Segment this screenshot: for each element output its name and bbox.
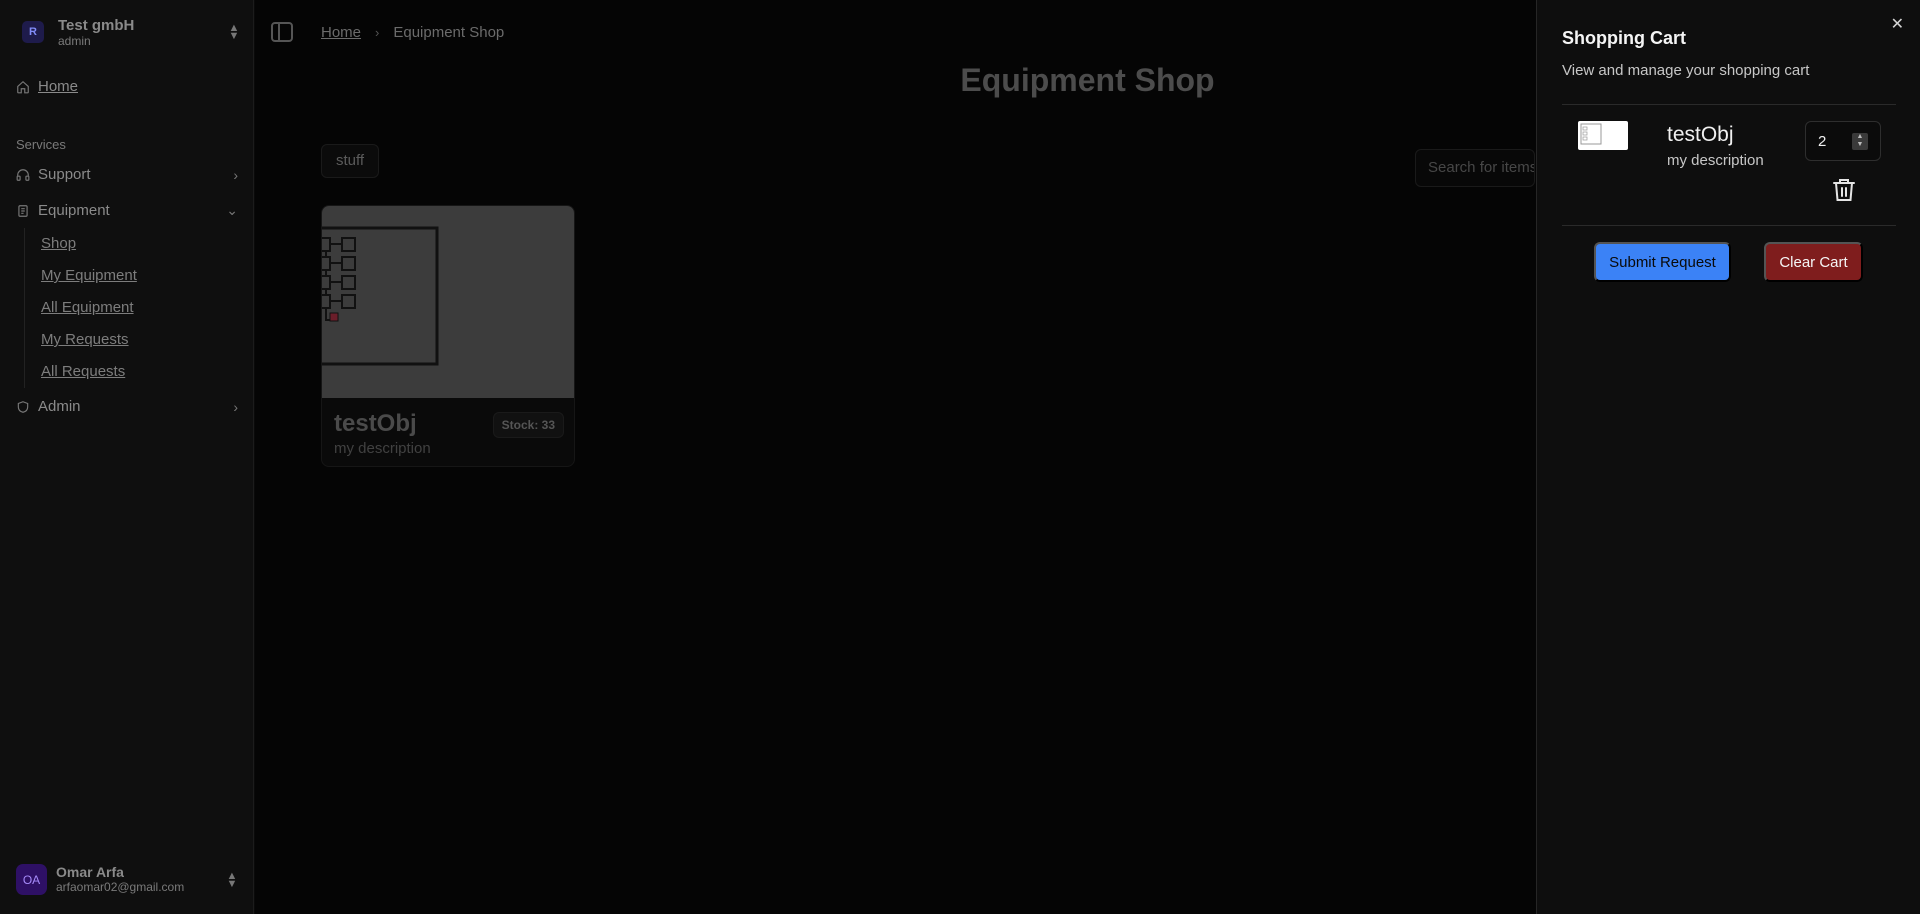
equipment-submenu: Shop My Equipment All Equipment My Reque…	[24, 228, 137, 388]
cart-item-thumbnail	[1578, 121, 1628, 150]
chevrons-up-down-icon: ▲ ▼	[226, 869, 238, 890]
chevrons-up-down-icon: ▲ ▼	[228, 22, 240, 42]
user-name: Omar Arfa	[56, 864, 124, 880]
clear-cart-button[interactable]: Clear Cart	[1764, 242, 1863, 282]
sidebar: R Test gmbH admin ▲ ▼ Home Services Suppo…	[0, 0, 254, 914]
sidebar-item-all-equipment[interactable]: All Equipment	[41, 292, 137, 324]
stock-badge: Stock: 33	[492, 412, 564, 438]
close-icon[interactable]: ✕	[1891, 14, 1904, 34]
search-input[interactable]: Search for items	[1415, 149, 1535, 187]
product-image	[322, 206, 574, 398]
divider	[1562, 104, 1896, 105]
sidebar-item-my-requests[interactable]: My Requests	[41, 324, 137, 356]
sidebar-item-my-equipment[interactable]: My Equipment	[41, 260, 137, 292]
org-logo: R	[22, 21, 44, 43]
org-role: admin	[58, 33, 91, 48]
sidebar-item-label: Admin	[38, 398, 81, 415]
category-filter-stuff[interactable]: stuff	[321, 144, 380, 178]
sidebar-item-all-requests[interactable]: All Requests	[41, 356, 137, 388]
sidebar-item-home[interactable]: Home	[16, 78, 78, 95]
avatar: OA	[16, 864, 47, 895]
chevron-right-icon: ›	[233, 166, 238, 183]
chevron-right-icon: ›	[233, 398, 238, 415]
sidebar-item-label: Support	[38, 166, 91, 183]
sidebar-item-support[interactable]: Support ›	[16, 166, 238, 183]
user-menu[interactable]: OA Omar Arfa arfaomar02@gmail.com ▲ ▼	[16, 864, 238, 895]
sidebar-item-shop[interactable]: Shop	[41, 228, 137, 260]
cart-item-description: my description	[1667, 152, 1764, 169]
org-name: Test gmbH	[58, 16, 135, 34]
spinner-arrows-icon[interactable]: ▲ ▼	[1852, 132, 1868, 150]
breadcrumb-home-link[interactable]: Home	[321, 24, 361, 41]
chevron-down-icon: ⌄	[226, 202, 238, 218]
sidebar-item-admin[interactable]: Admin ›	[16, 398, 238, 415]
quantity-stepper[interactable]: 2 ▲ ▼	[1805, 121, 1881, 161]
shield-icon	[17, 400, 29, 413]
user-email: arfaomar02@gmail.com	[56, 880, 185, 894]
breadcrumb: Home › Equipment Shop	[321, 24, 504, 41]
sidebar-item-equipment[interactable]: Equipment ⌄	[16, 202, 238, 219]
services-section-label: Services	[16, 137, 66, 152]
quantity-value: 2	[1818, 132, 1827, 150]
divider	[1562, 225, 1896, 226]
submit-request-button[interactable]: Submit Request	[1594, 242, 1731, 282]
cart-item-name: testObj	[1667, 123, 1734, 146]
headset-icon	[16, 168, 30, 181]
sidebar-toggle-icon[interactable]	[271, 22, 293, 42]
topbar: Home › Equipment Shop	[271, 20, 504, 44]
product-card[interactable]: testObj my description Stock: 33	[321, 205, 575, 467]
product-description: my description	[334, 440, 431, 457]
shopping-cart-drawer: ✕ Shopping Cart View and manage your sho…	[1536, 0, 1920, 914]
cart-title: Shopping Cart	[1562, 28, 1686, 48]
home-icon	[17, 80, 29, 93]
breadcrumb-current: Equipment Shop	[393, 23, 505, 41]
trash-icon[interactable]	[1832, 177, 1856, 203]
cart-subtitle: View and manage your shopping cart	[1562, 62, 1810, 79]
chevron-right-icon: ›	[375, 24, 380, 40]
sidebar-item-label: Home	[38, 78, 79, 95]
sidebar-item-label: Equipment	[38, 202, 110, 219]
clipboard-icon	[18, 204, 28, 217]
org-switcher[interactable]: R Test gmbH admin ▲ ▼	[14, 14, 240, 50]
